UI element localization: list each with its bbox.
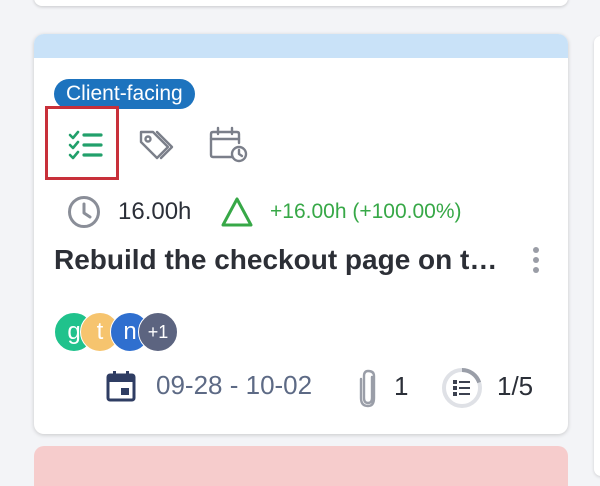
time-delta: +16.00h (+100.00%) xyxy=(270,200,462,223)
card-color-band xyxy=(34,34,568,58)
task-card[interactable]: Client-facing 16.00h +16.00h (+100.00%) … xyxy=(34,34,568,434)
next-card[interactable] xyxy=(34,446,568,486)
assignee-stack[interactable]: g t n +1 xyxy=(54,312,194,354)
calendar-clock-icon[interactable] xyxy=(209,126,249,164)
tags-icon[interactable] xyxy=(138,128,176,162)
avatar-overflow[interactable]: +1 xyxy=(138,312,178,352)
selection-highlight xyxy=(45,106,119,180)
previous-card[interactable] xyxy=(34,0,568,6)
calendar-icon xyxy=(106,371,136,402)
tag-chip[interactable]: Client-facing xyxy=(54,79,195,109)
attachments-count: 1 xyxy=(394,371,409,401)
subtasks-progress-icon[interactable] xyxy=(440,366,484,410)
time-estimate: 16.00h xyxy=(118,198,192,225)
task-title[interactable]: Rebuild the checkout page on the new des… xyxy=(54,244,514,276)
paperclip-icon[interactable] xyxy=(356,368,380,408)
kebab-menu-icon[interactable] xyxy=(530,247,542,279)
clock-icon xyxy=(68,196,100,228)
subtasks-count: 1/5 xyxy=(497,371,534,401)
adjacent-column xyxy=(594,36,600,476)
date-range: 09-28 - 10-02 xyxy=(156,370,313,400)
delta-triangle-icon xyxy=(221,197,253,227)
